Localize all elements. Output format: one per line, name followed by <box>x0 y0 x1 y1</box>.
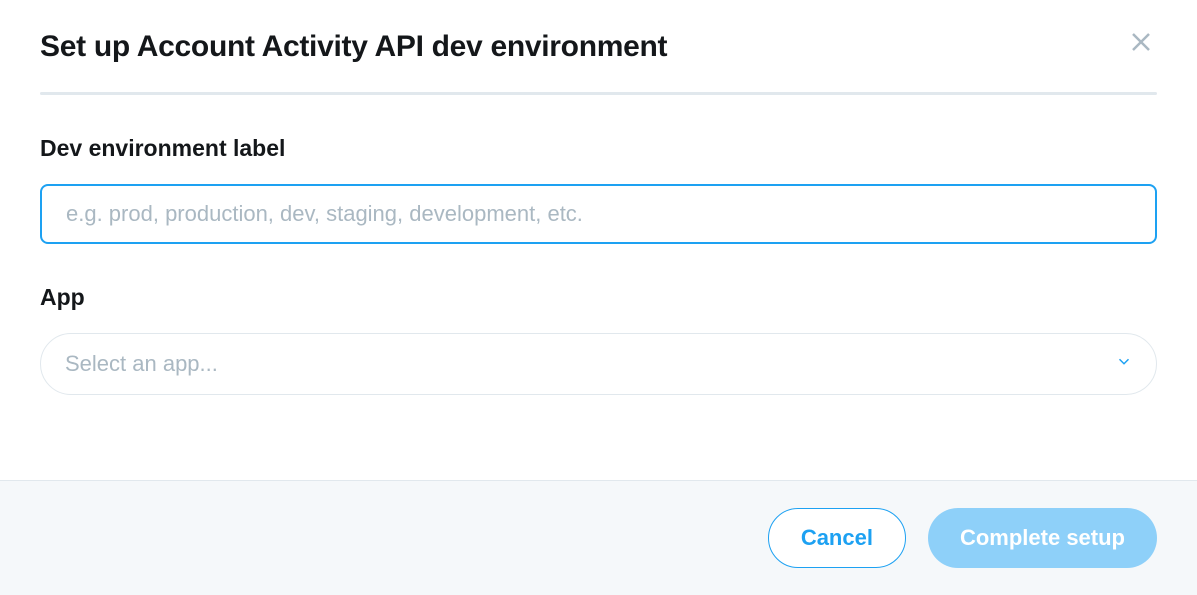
env-label-input[interactable] <box>40 184 1157 244</box>
env-label-section: Dev environment label <box>40 135 1157 244</box>
complete-setup-button[interactable]: Complete setup <box>928 508 1157 568</box>
dialog-title: Set up Account Activity API dev environm… <box>40 30 667 64</box>
app-section: App Select an app... <box>40 284 1157 395</box>
app-select-wrapper: Select an app... <box>40 333 1157 395</box>
app-select-placeholder: Select an app... <box>65 351 218 377</box>
cancel-button[interactable]: Cancel <box>768 508 906 568</box>
setup-dialog: Set up Account Activity API dev environm… <box>0 0 1197 395</box>
app-label: App <box>40 284 1157 311</box>
env-label-label: Dev environment label <box>40 135 1157 162</box>
header-divider <box>40 92 1157 95</box>
close-icon[interactable] <box>1125 26 1157 63</box>
dialog-footer: Cancel Complete setup <box>0 480 1197 595</box>
dialog-header: Set up Account Activity API dev environm… <box>40 30 1157 64</box>
app-select[interactable]: Select an app... <box>40 333 1157 395</box>
